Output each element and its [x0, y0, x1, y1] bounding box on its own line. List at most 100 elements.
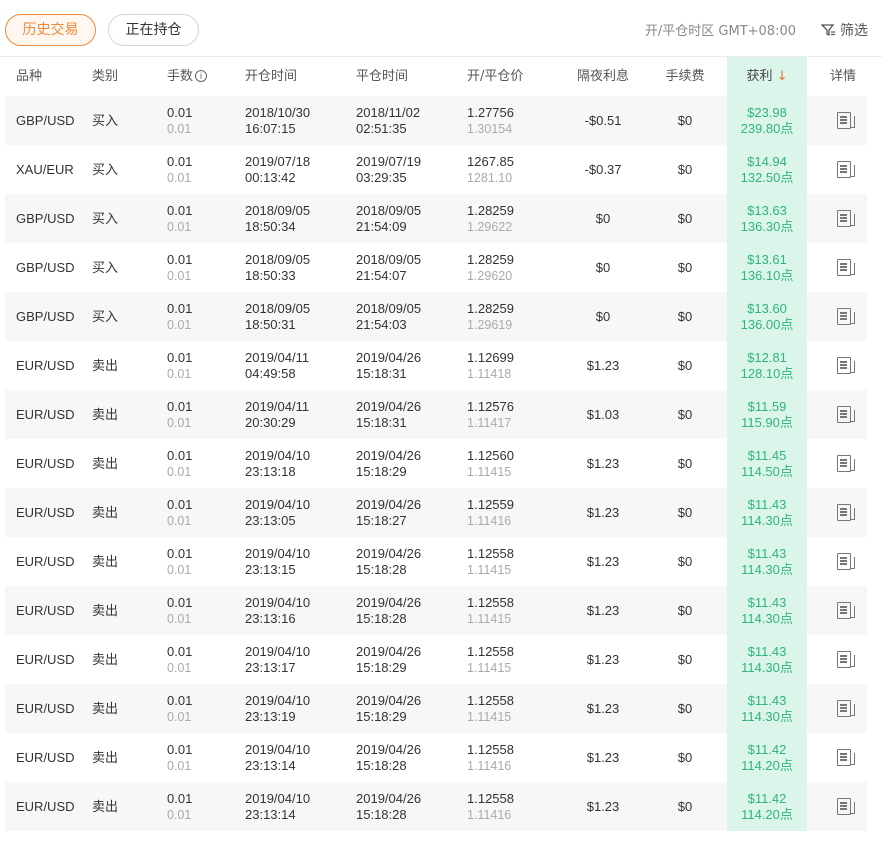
detail-icon[interactable]	[837, 406, 855, 423]
cell-commission: $0	[661, 635, 709, 684]
table-row[interactable]: EUR/USD 卖出 0.01 0.01 2019/04/10 23:13:14 2019/…	[5, 733, 867, 782]
col-lots-label: 手数	[167, 69, 194, 84]
col-price: 开/平仓价	[467, 69, 524, 84]
table-row[interactable]: EUR/USD 卖出 0.01 0.01 2019/04/10 23:13:15 2019/…	[5, 537, 867, 586]
detail-icon[interactable]	[837, 210, 855, 227]
detail-icon[interactable]	[837, 798, 855, 815]
table-header: 品种 类别 手数 i 开仓时间 平仓时间 开/平仓价 隔夜利息 手续费 获利 ↓ …	[5, 57, 867, 96]
close-time: 21:54:03	[356, 316, 407, 332]
table-row[interactable]: EUR/USD 卖出 0.01 0.01 2019/04/10 23:13:05 2019/…	[5, 488, 867, 537]
cell-price: 1.12558 1.11415	[467, 537, 514, 586]
detail-icon[interactable]	[837, 651, 855, 668]
open-date: 2019/04/10	[245, 741, 311, 757]
close-price: 1281.10	[467, 170, 513, 185]
table-row[interactable]: EUR/USD 卖出 0.01 0.01 2019/04/10 23:13:18 2019/…	[5, 439, 867, 488]
tab-holding[interactable]: 正在持仓	[108, 14, 199, 46]
col-close-time: 平仓时间	[356, 69, 409, 84]
table-row[interactable]: GBP/USD 买入 0.01 0.01 2018/09/05 18:50:31 2018/…	[5, 292, 867, 341]
detail-icon[interactable]	[837, 602, 855, 619]
open-price: 1.12576	[467, 398, 514, 414]
close-price: 1.29622	[467, 219, 513, 234]
detail-icon[interactable]	[837, 112, 855, 129]
swap-value: -$0.51	[584, 112, 622, 128]
lots-value: 0.01	[167, 153, 193, 169]
cell-type: 买入	[92, 96, 118, 145]
table-row[interactable]: EUR/USD 卖出 0.01 0.01 2019/04/11 04:49:58 2019/…	[5, 341, 867, 390]
close-date: 2018/09/05	[356, 251, 422, 267]
type-value: 卖出	[92, 602, 119, 618]
commission-value: $0	[677, 749, 693, 765]
open-date: 2019/07/18	[245, 153, 311, 169]
cell-commission: $0	[661, 341, 709, 390]
cell-symbol: EUR/USD	[16, 733, 75, 782]
detail-icon[interactable]	[837, 455, 855, 472]
close-time: 03:29:35	[356, 169, 407, 185]
commission-value: $0	[677, 700, 693, 716]
detail-icon[interactable]	[837, 749, 855, 766]
detail-icon[interactable]	[837, 161, 855, 178]
open-date: 2018/09/05	[245, 300, 311, 316]
open-date: 2018/09/05	[245, 251, 311, 267]
table-row[interactable]: XAU/EUR 买入 0.01 0.01 2019/07/18 00:13:42 2019/…	[5, 145, 867, 194]
cell-price: 1267.85 1281.10	[467, 145, 514, 194]
profit-points: 114.30点	[741, 512, 793, 528]
table-row[interactable]: GBP/USD 买入 0.01 0.01 2018/09/05 18:50:33 2018/…	[5, 243, 867, 292]
cell-close-time: 2019/04/26 15:18:29	[356, 439, 421, 488]
open-price: 1.12558	[467, 790, 514, 806]
open-date: 2019/04/11	[245, 349, 310, 365]
detail-icon[interactable]	[837, 308, 855, 325]
filter-button[interactable]: 筛选	[821, 20, 868, 40]
cell-open-time: 2019/04/10 23:13:14	[245, 782, 310, 831]
table-row[interactable]: EUR/USD 卖出 0.01 0.01 2019/04/10 23:13:17 2019/…	[5, 635, 867, 684]
close-time: 15:18:29	[356, 659, 407, 675]
info-icon[interactable]: i	[195, 70, 208, 82]
detail-icon[interactable]	[837, 553, 855, 570]
close-price: 1.11416	[467, 807, 512, 822]
close-date: 2019/04/26	[356, 496, 422, 512]
type-value: 卖出	[92, 357, 119, 373]
profit-points: 115.90点	[741, 414, 793, 430]
cell-lots: 0.01 0.01	[167, 390, 192, 439]
cell-commission: $0	[661, 537, 709, 586]
open-date: 2019/04/10	[245, 447, 311, 463]
cell-close-time: 2019/04/26 15:18:31	[356, 390, 421, 439]
table-row[interactable]: EUR/USD 卖出 0.01 0.01 2019/04/11 20:30:29 2019/…	[5, 390, 867, 439]
tab-history[interactable]: 历史交易	[5, 14, 96, 46]
detail-icon[interactable]	[837, 700, 855, 717]
table-row[interactable]: EUR/USD 卖出 0.01 0.01 2019/04/10 23:13:14 2019/…	[5, 782, 867, 831]
type-value: 买入	[92, 259, 119, 275]
lots-closed-value: 0.01	[167, 317, 192, 332]
table-row[interactable]: EUR/USD 卖出 0.01 0.01 2019/04/10 23:13:16 2019/…	[5, 586, 867, 635]
table-row[interactable]: EUR/USD 卖出 0.01 0.01 2019/04/10 23:13:19 2019/…	[5, 684, 867, 733]
table-row[interactable]: GBP/USD 买入 0.01 0.01 2018/09/05 18:50:34 2018/…	[5, 194, 867, 243]
cell-lots: 0.01 0.01	[167, 145, 192, 194]
cell-open-time: 2019/04/10 23:13:17	[245, 635, 310, 684]
detail-icon[interactable]	[837, 504, 855, 521]
cell-profit: $11.43 114.30点	[727, 635, 807, 684]
commission-value: $0	[677, 504, 693, 520]
detail-icon[interactable]	[837, 357, 855, 374]
cell-symbol: EUR/USD	[16, 635, 75, 684]
lots-closed-value: 0.01	[167, 709, 192, 724]
symbol-value: EUR/USD	[16, 406, 75, 422]
cell-open-time: 2019/04/10 23:13:15	[245, 537, 310, 586]
table-row[interactable]: GBP/USD 买入 0.01 0.01 2018/10/30 16:07:15 2018/…	[5, 96, 867, 145]
close-time: 15:18:29	[356, 708, 407, 724]
cell-open-time: 2019/07/18 00:13:42	[245, 145, 310, 194]
sort-arrow-icon: ↓	[776, 69, 788, 84]
profit-value: $13.61	[747, 251, 787, 267]
lots-value: 0.01	[167, 349, 193, 365]
cell-open-time: 2018/09/05 18:50:31	[245, 292, 310, 341]
cell-type: 卖出	[92, 390, 118, 439]
profit-value: $12.81	[747, 349, 787, 365]
open-time: 23:13:15	[245, 561, 296, 577]
lots-value: 0.01	[167, 398, 193, 414]
detail-icon[interactable]	[837, 259, 855, 276]
cell-price: 1.12558 1.11415	[467, 635, 514, 684]
col-profit[interactable]: 获利 ↓	[727, 57, 807, 96]
cell-lots: 0.01 0.01	[167, 635, 192, 684]
open-date: 2019/04/10	[245, 643, 311, 659]
cell-profit: $23.98 239.80点	[727, 96, 807, 145]
cell-price: 1.27756 1.30154	[467, 96, 514, 145]
swap-value: -$0.37	[584, 161, 622, 177]
